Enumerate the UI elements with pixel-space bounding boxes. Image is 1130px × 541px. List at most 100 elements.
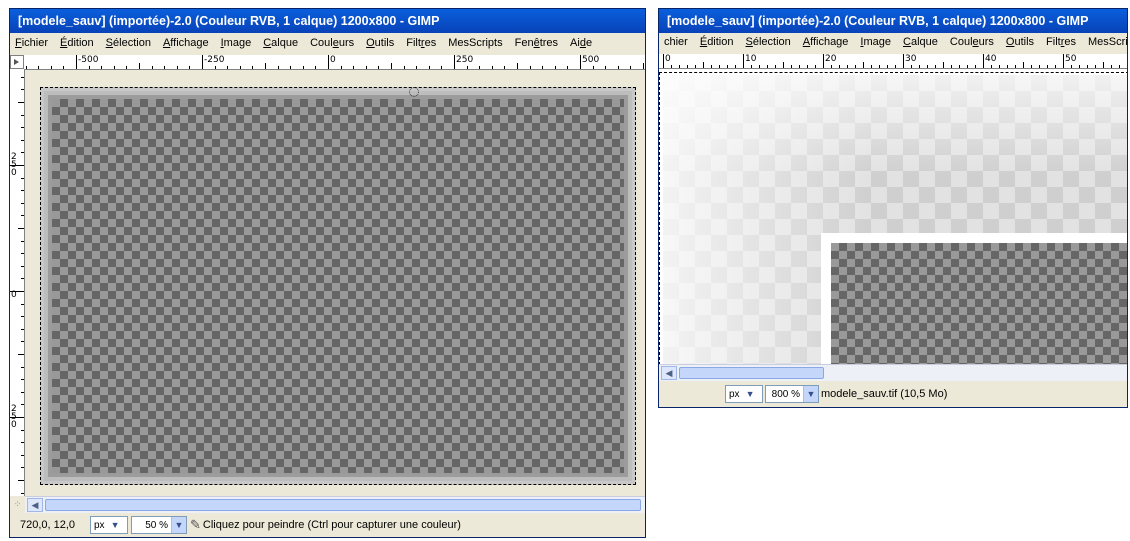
menu-item[interactable]: Sélection [740,33,797,51]
window-title-bar[interactable]: [modele_sauv] (importée)-2.0 (Couleur RV… [659,9,1127,33]
scroll-thumb[interactable] [45,499,641,511]
ruler-tick [855,65,856,68]
ruler-tick [743,54,744,68]
ruler-tick [530,66,531,69]
menu-label-part: MesScri [1088,36,1127,48]
menu-item[interactable]: MesScripts [443,34,509,52]
menu-item[interactable]: Fichier [10,34,55,52]
menu-item[interactable]: Calque [258,34,305,52]
ruler-tick [416,66,417,69]
ruler-tick [567,66,568,69]
horizontal-scrollbar[interactable]: ◀ [659,364,1127,381]
menu-item[interactable]: chier [659,33,695,51]
ruler-tick [975,65,976,68]
ruler-tick [783,62,784,68]
menu-item[interactable]: Filtres [1041,33,1083,51]
quick-mask-corner-button[interactable] [10,55,24,69]
ruler-tick [21,304,24,305]
horizontal-scrollbar[interactable]: ◀ [25,496,645,513]
menu-label-part: e [585,37,593,49]
menu-item[interactable]: Image [216,34,259,52]
menu-label-part: O [366,37,375,49]
scroll-left-button[interactable]: ◀ [27,498,43,512]
ruler-tick [605,66,606,69]
menu-label-part: dition [67,37,94,49]
scroll-left-button[interactable]: ◀ [661,366,677,380]
ruler-tick [967,65,968,68]
ruler-tick [767,65,768,68]
ruler-tick [879,65,880,68]
zoom-selector[interactable]: 50 % ▼ [131,516,187,534]
ruler-label: 250 [11,152,17,178]
unit-value: px [94,519,105,531]
menu-item[interactable]: Filtres [401,34,443,52]
menu-label-part: es [424,37,437,49]
menu-item[interactable]: Édition [55,34,101,52]
ruler-tick [791,65,792,68]
ruler-tick [887,65,888,68]
image-canvas[interactable] [25,70,645,496]
menu-item[interactable]: Affichage [158,34,216,52]
ruler-tick [18,102,24,103]
status-bar: px ▼ 800 % ▼ modele_sauv.tif (10,5 Mo) [659,381,1127,407]
unit-selector[interactable]: px ▼ [725,385,763,403]
menu-label-part: ffichage [170,37,209,49]
ruler-tick [441,66,442,69]
scroll-thumb[interactable] [679,367,824,379]
ruler-tick [315,66,316,69]
ruler-tick [1071,65,1072,68]
ruler-tick [21,316,24,317]
unit-selector[interactable]: px ▼ [90,516,128,534]
ruler-tick [815,65,816,68]
ruler-tick [26,66,27,69]
ruler-tick [328,55,329,69]
ruler-tick [504,66,505,69]
menu-label-part: utils [374,37,395,49]
ruler-tick [759,65,760,68]
menu-item[interactable]: Image [855,33,898,51]
menu-item[interactable]: Édition [695,33,741,51]
ruler-tick [21,140,24,141]
ruler-tick [21,253,24,254]
menu-item[interactable]: Fenêtres [510,34,565,52]
ruler-tick [189,66,190,69]
ruler-tick [76,55,77,69]
ruler-tick [1119,65,1120,68]
ruler-tick [711,65,712,68]
ruler-tick [1047,65,1048,68]
horizontal-ruler[interactable]: -500 -250 0 250 500 [24,55,645,70]
menu-label-part: urs [978,36,994,48]
menu-item[interactable]: Affichage [798,33,856,51]
menu-item[interactable]: Aide [565,34,599,52]
menu-item[interactable]: Calque [898,33,945,51]
zoom-selector[interactable]: 800 % ▼ [765,385,819,403]
menu-item[interactable]: MesScri [1083,33,1127,51]
menu-item[interactable]: Couleurs [305,34,361,52]
menu-label-part: chier [664,36,688,48]
gimp-image-window-main: [modele_sauv] (importée)-2.0 (Couleur RV… [9,8,646,538]
menu-item[interactable]: Couleurs [945,33,1001,51]
vertical-ruler[interactable]: 250 0 250 [10,69,25,496]
ruler-tick [21,442,24,443]
ruler-tick [1039,65,1040,68]
horizontal-ruler[interactable]: 0 10 20 30 40 50 [659,54,1127,69]
ruler-tick [1023,62,1024,68]
ruler-tick [671,65,672,68]
ruler-tick [618,66,619,69]
image-canvas[interactable] [659,69,1127,365]
status-message: modele_sauv.tif (10,5 Mo) [821,388,948,400]
ruler-tick [21,203,24,204]
ruler-tick [177,66,178,69]
menu-label-part: Ai [570,37,580,49]
menu-label-part: utils [1014,36,1035,48]
menu-item[interactable]: Sélection [101,34,158,52]
menu-label-part: S [105,37,114,49]
chevron-down-icon: ▼ [745,389,755,399]
window-title-bar[interactable]: [modele_sauv] (importée)-2.0 (Couleur RV… [10,9,645,33]
ruler-tick [863,62,864,68]
navigate-icon[interactable]: ⁘ [10,496,25,513]
menu-item[interactable]: Outils [1001,33,1041,51]
ruler-tick [823,54,824,68]
ruler-tick [202,55,203,69]
menu-item[interactable]: Outils [361,34,401,52]
